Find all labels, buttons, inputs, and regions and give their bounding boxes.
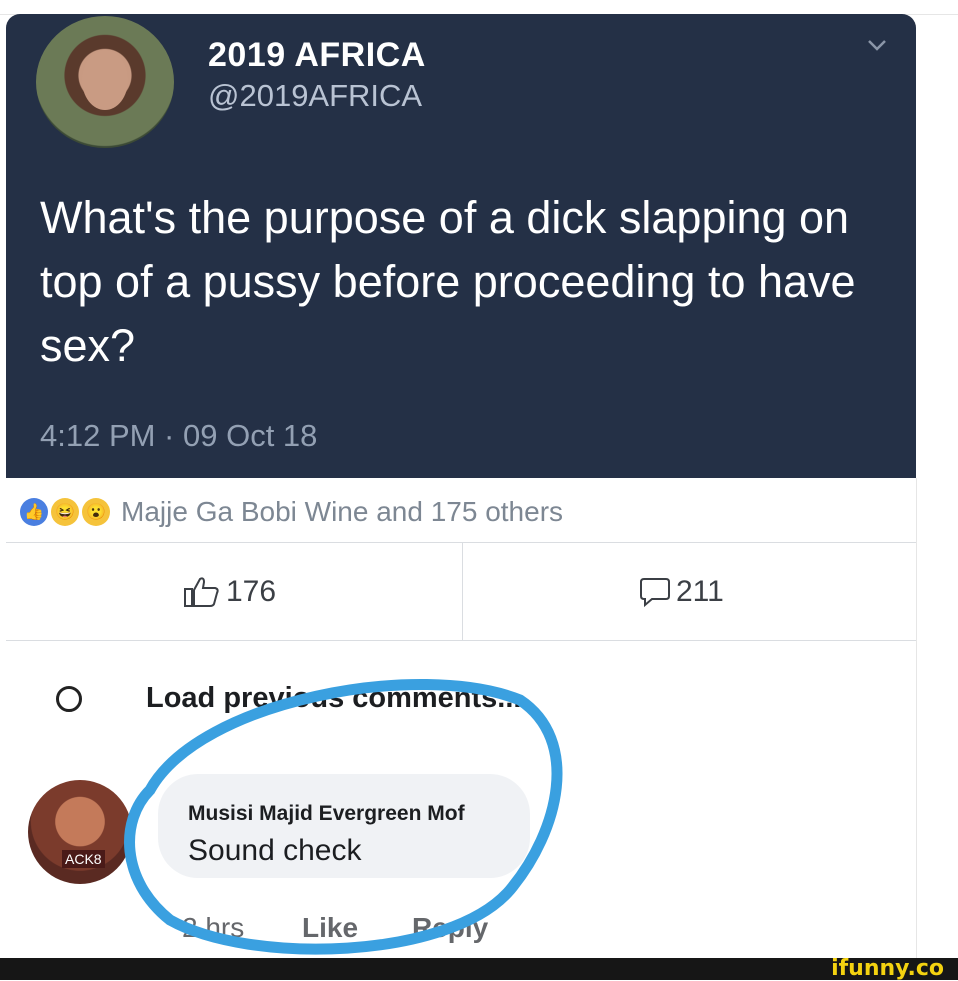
chevron-down-icon[interactable] [866, 34, 888, 56]
divider [6, 542, 916, 543]
tweet-timestamp: 4:12 PM · 09 Oct 18 [40, 418, 318, 453]
commenter-avatar[interactable]: ACK8 [28, 780, 132, 884]
comment-text: Sound check [188, 834, 362, 867]
likes-count: 176 [226, 575, 277, 608]
comment-actions: 2 hrs Like Reply [182, 912, 488, 944]
comment-reply-button[interactable]: Reply [412, 912, 488, 944]
comments-count: 211 [676, 575, 724, 608]
reactions-row[interactable]: 👍 😆 😮 Majje Ga Bobi Wine and 175 others [20, 492, 563, 532]
divider [6, 640, 916, 641]
watermark-logo: ifunny.co [831, 956, 944, 981]
top-edge [0, 0, 958, 15]
thumbs-up-icon [184, 577, 219, 607]
tweet-display-name[interactable]: 2019 AFRICA [208, 36, 426, 75]
tweet-text: What's the purpose of a dick slapping on… [40, 192, 856, 371]
facebook-post-card: 👍 😆 😮 Majje Ga Bobi Wine and 175 others … [6, 478, 917, 958]
comment-time: 2 hrs [182, 912, 245, 943]
load-previous-label[interactable]: Load previous comments... [146, 682, 521, 715]
load-previous-comments[interactable]: Load previous comments... [56, 682, 521, 715]
comment-bubble: Musisi Majid Evergreen Mof Sound check [158, 774, 530, 878]
like-button[interactable]: 176 [182, 574, 276, 610]
watermark-bar: ifunny.co [0, 958, 958, 980]
like-reaction-icon: 👍 [20, 498, 48, 526]
avatar-tag: ACK8 [62, 850, 105, 868]
tweet-author-avatar[interactable] [36, 16, 174, 148]
avatar-face [82, 50, 128, 110]
tweet-handle[interactable]: @2019AFRICA [208, 78, 422, 114]
comment-bubble-icon [640, 578, 670, 608]
reactions-summary[interactable]: Majje Ga Bobi Wine and 175 others [121, 496, 563, 528]
wow-reaction-icon: 😮 [82, 498, 110, 526]
tweet-screenshot: 2019 AFRICA @2019AFRICA What's the purpo… [6, 14, 916, 478]
divider [462, 542, 463, 640]
haha-reaction-icon: 😆 [51, 498, 79, 526]
comment-button[interactable]: 211 [638, 574, 724, 610]
comment-like-button[interactable]: Like [302, 912, 412, 944]
refresh-icon [56, 685, 82, 712]
comment-author[interactable]: Musisi Majid Evergreen Mof [188, 802, 465, 826]
